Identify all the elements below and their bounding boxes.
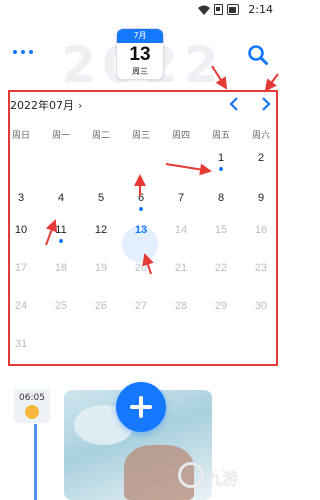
calendar-day[interactable]: 18 xyxy=(41,255,81,281)
weekday-label: 周五 xyxy=(211,131,230,141)
badge-day: 13 xyxy=(129,44,151,65)
calendar-day[interactable]: 26 xyxy=(81,293,121,319)
more-dots-icon xyxy=(21,50,25,54)
more-dots-icon xyxy=(13,50,17,54)
calendar-day[interactable]: 31 xyxy=(1,331,41,357)
calendar-day[interactable]: 17 xyxy=(1,255,41,281)
calendar-day[interactable]: 15 xyxy=(201,217,241,243)
watermark-text: 九游 xyxy=(206,469,239,488)
calendar-day[interactable]: 30 xyxy=(241,293,281,319)
watermark-logo xyxy=(178,462,204,488)
calendar-day[interactable]: 28 xyxy=(161,293,201,319)
battery-icon xyxy=(227,4,239,15)
weekday-label: 周一 xyxy=(51,131,70,141)
calendar-day[interactable]: 19 xyxy=(81,255,121,281)
timeline-line xyxy=(34,424,37,500)
status-time: 2:14 xyxy=(248,3,273,16)
wifi-icon xyxy=(198,5,210,15)
calendar-day[interactable]: 14 xyxy=(161,217,201,243)
event-dot xyxy=(59,239,63,243)
today-date-badge[interactable]: 7月 13 周三 xyxy=(116,28,164,80)
calendar-day-today[interactable]: 13 xyxy=(121,217,161,243)
event-dot xyxy=(139,207,143,211)
calendar-day[interactable]: 9 xyxy=(241,185,281,211)
calendar-day[interactable]: 8 xyxy=(201,185,241,211)
calendar-day[interactable]: 25 xyxy=(41,293,81,319)
month-selector[interactable]: 2022年07月 › xyxy=(10,97,82,113)
calendar-day[interactable]: 23 xyxy=(241,255,281,281)
calendar-day[interactable]: 16 xyxy=(241,217,281,243)
badge-month: 7月 xyxy=(117,29,163,43)
chevron-right-icon[interactable] xyxy=(258,96,274,112)
weekday-label: 周二 xyxy=(91,131,110,141)
chevron-right-icon: › xyxy=(78,98,83,112)
sim-icon xyxy=(214,4,223,15)
calendar-day[interactable]: 4 xyxy=(41,185,81,211)
more-dots-icon xyxy=(29,50,33,54)
calendar-day[interactable]: 7 xyxy=(161,185,201,211)
month-label: 2022年07月 xyxy=(10,99,74,112)
calendar-day[interactable]: 21 xyxy=(161,255,201,281)
calendar-day[interactable]: 22 xyxy=(201,255,241,281)
weekday-label: 周四 xyxy=(171,131,190,141)
weekday-label: 周日 xyxy=(11,131,30,141)
event-dot xyxy=(219,167,223,171)
calendar-day[interactable]: 5 xyxy=(81,185,121,211)
calendar-day[interactable]: 27 xyxy=(121,293,161,319)
calendar-day[interactable]: 29 xyxy=(201,293,241,319)
search-icon[interactable] xyxy=(247,44,269,66)
weekday-label: 周六 xyxy=(251,131,270,141)
calendar-day[interactable]: 20 xyxy=(121,255,161,281)
calendar-day[interactable]: 10 xyxy=(1,217,41,243)
mood-emoji-icon xyxy=(25,405,39,419)
status-bar: 2:14 xyxy=(0,0,281,20)
chevron-left-icon[interactable] xyxy=(226,96,242,112)
badge-weekday: 周三 xyxy=(132,67,148,76)
calendar-day[interactable]: 2 xyxy=(241,145,281,171)
more-button[interactable] xyxy=(10,42,36,62)
calendar-day[interactable]: 3 xyxy=(1,185,41,211)
calendar-day[interactable]: 24 xyxy=(1,293,41,319)
add-entry-button[interactable] xyxy=(116,382,166,432)
calendar-day[interactable]: 12 xyxy=(81,217,121,243)
status-icons xyxy=(198,4,239,15)
timeline-time: 06:05 xyxy=(19,393,45,403)
weekday-label: 周三 xyxy=(131,131,150,141)
